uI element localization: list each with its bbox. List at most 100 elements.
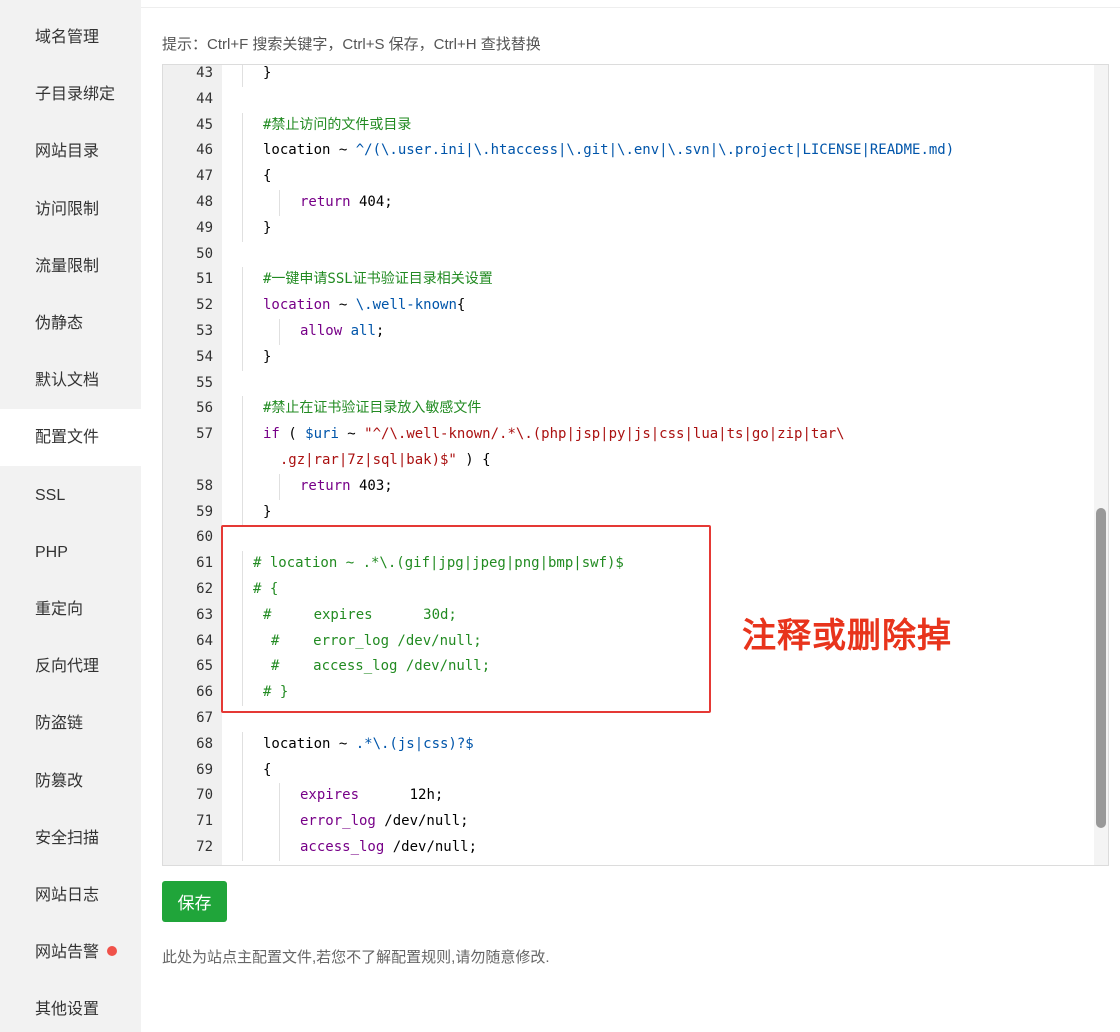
sidebar-item[interactable]: 配置文件: [0, 409, 141, 467]
code-line[interactable]: 50: [163, 242, 1108, 268]
code-line[interactable]: 53 allow all;: [163, 319, 1108, 345]
editor-scrollbar[interactable]: [1094, 65, 1108, 865]
code-line[interactable]: 68 location ~ .*\.(js|css)?$: [163, 731, 1108, 758]
code-token: "^/\.well-known/.*\.(php|jsp|py|js|css|l…: [364, 426, 845, 443]
indent-guide: [242, 65, 243, 87]
sidebar-item[interactable]: PHP: [0, 524, 141, 581]
code-line[interactable]: 48 return 404;: [163, 190, 1108, 216]
code-text: allow all;: [300, 319, 384, 345]
sidebar-item[interactable]: 网站目录: [0, 123, 141, 180]
code-line[interactable]: 70 expires 12h;: [163, 783, 1108, 810]
line-number: 53: [196, 323, 213, 339]
sidebar-item[interactable]: 防篡改: [0, 753, 141, 810]
sidebar-item[interactable]: 流量限制: [0, 238, 141, 295]
code-text: location ~ .*\.(js|css)?$: [263, 732, 474, 758]
sidebar-item[interactable]: 默认文档: [0, 352, 141, 409]
code-line[interactable]: 47 {: [163, 164, 1108, 190]
code-line[interactable]: 46 location ~ ^/(\.user.ini|\.htaccess|\.…: [163, 138, 1108, 165]
code-line[interactable]: 56 #禁止在证书验证目录放入敏感文件: [163, 396, 1108, 423]
line-number: 44: [196, 90, 213, 107]
code-line[interactable]: 58 return 403;: [163, 473, 1108, 500]
sidebar: 域名管理子目录绑定网站目录访问限制流量限制伪静态默认文档配置文件 SSL PHP 重定…: [0, 0, 141, 1032]
indent-guide: [242, 164, 243, 190]
code-text: access_log /dev/null;: [300, 835, 477, 861]
code-line[interactable]: 54}: [163, 344, 1108, 371]
code-line[interactable]: 51 #一键申请SSL证书验证目录相关设置: [163, 267, 1108, 294]
scrollbar-thumb[interactable]: [1096, 508, 1106, 828]
alert-dot-icon: [107, 945, 118, 956]
sidebar-item[interactable]: 域名管理: [0, 9, 141, 66]
code-text: location ~ \.well-known{: [263, 293, 465, 319]
sidebar-item-label: 伪静态: [35, 315, 84, 332]
sidebar-item-label: 网站告警: [35, 944, 100, 962]
code-line[interactable]: 52 location ~ \.well-known{: [163, 293, 1108, 319]
code-line[interactable]: 72 access_log /dev/null;: [163, 835, 1108, 861]
code-line[interactable]: 45 #禁止访问的文件或目录: [163, 112, 1108, 139]
sidebar-item-label: 流量限制: [35, 257, 100, 275]
indent-guide: [242, 138, 243, 165]
sidebar-item-label: 网站目录: [35, 143, 100, 161]
line-number: 49: [196, 219, 213, 236]
line-number: 68: [196, 735, 213, 752]
code-line[interactable]: 71 error_log /dev/null;: [163, 809, 1108, 835]
code-token: if: [263, 426, 280, 443]
line-number: 67: [196, 710, 213, 726]
sidebar-item[interactable]: 访问限制: [0, 181, 141, 238]
code-token: #一键申请SSL证书验证目录相关设置: [263, 271, 493, 288]
indent-guide: [242, 473, 243, 500]
indent-guide: [242, 215, 243, 242]
sidebar-item-label: 重定向: [35, 601, 84, 618]
code-text: return 404;: [300, 190, 393, 216]
code-text: expires 12h;: [300, 783, 443, 809]
code-line[interactable]: 59}: [163, 499, 1108, 526]
code-token: error_log: [300, 813, 376, 830]
code-token: {: [456, 297, 466, 314]
sidebar-item-label: 防篡改: [35, 772, 84, 790]
code-line[interactable]: 49}: [163, 215, 1108, 242]
code-token: ~: [338, 426, 365, 443]
code-line[interactable]: 57 if ( $uri ~ "^/\.well-known/.*\.(php|j…: [163, 422, 1108, 448]
line-number: 70: [196, 787, 213, 804]
code-line[interactable]: 43}: [163, 65, 1108, 87]
code-token: #禁止在证书验证目录放入敏感文件: [263, 400, 482, 417]
code-line[interactable]: 44: [163, 87, 1108, 113]
code-token: ^/(\.user.ini|\.htaccess|\.git|\.env|\.s…: [355, 142, 955, 159]
code-editor[interactable]: 43} 44 45 #禁止访问的文件或目录 46 location ~ ^/(\.user…: [162, 64, 1109, 866]
code-token: #禁止访问的文件或目录: [263, 116, 412, 133]
code-line[interactable]: 55: [163, 371, 1108, 397]
code-text: }: [263, 216, 271, 242]
sidebar-item[interactable]: 重定向: [0, 581, 141, 638]
line-number: 66: [196, 684, 213, 701]
sidebar-item[interactable]: 安全扫描: [0, 810, 141, 867]
code-token: return: [300, 477, 351, 494]
indent-guide: [242, 448, 243, 474]
save-button[interactable]: 保存: [162, 881, 227, 922]
code-token: {: [263, 168, 272, 185]
code-token: }: [263, 219, 272, 236]
indent-guide: [242, 809, 243, 835]
sidebar-item[interactable]: 防盗链: [0, 695, 141, 752]
sidebar-item[interactable]: 伪静态: [0, 295, 141, 352]
code-token: location: [263, 297, 331, 314]
sidebar-item[interactable]: SSL: [0, 467, 141, 524]
sidebar-item[interactable]: 其他设置: [0, 981, 141, 1032]
sidebar-item[interactable]: 反向代理: [0, 638, 141, 695]
code-token: }: [263, 65, 272, 81]
code-token: 12h;: [359, 787, 444, 804]
line-number: 54: [196, 348, 213, 365]
sidebar-item[interactable]: 网站日志: [0, 867, 141, 924]
code-token: \.well-known: [355, 297, 457, 314]
code-line[interactable]: .gz|rar|7z|sql|bak)$" ) {: [163, 448, 1108, 474]
line-number: 69: [196, 761, 213, 778]
code-token: 403;: [350, 477, 393, 494]
code-token: location ~: [263, 735, 356, 752]
line-number: 48: [196, 194, 213, 210]
code-line[interactable]: 69 {: [163, 757, 1108, 784]
sidebar-item[interactable]: 网站告警: [0, 924, 141, 981]
code-token: ;: [375, 323, 385, 339]
sidebar-item-label: 域名管理: [35, 29, 100, 46]
line-number: 71: [196, 813, 213, 830]
sidebar-item[interactable]: 子目录绑定: [0, 66, 141, 123]
sidebar-item-label: 默认文档: [35, 372, 100, 390]
